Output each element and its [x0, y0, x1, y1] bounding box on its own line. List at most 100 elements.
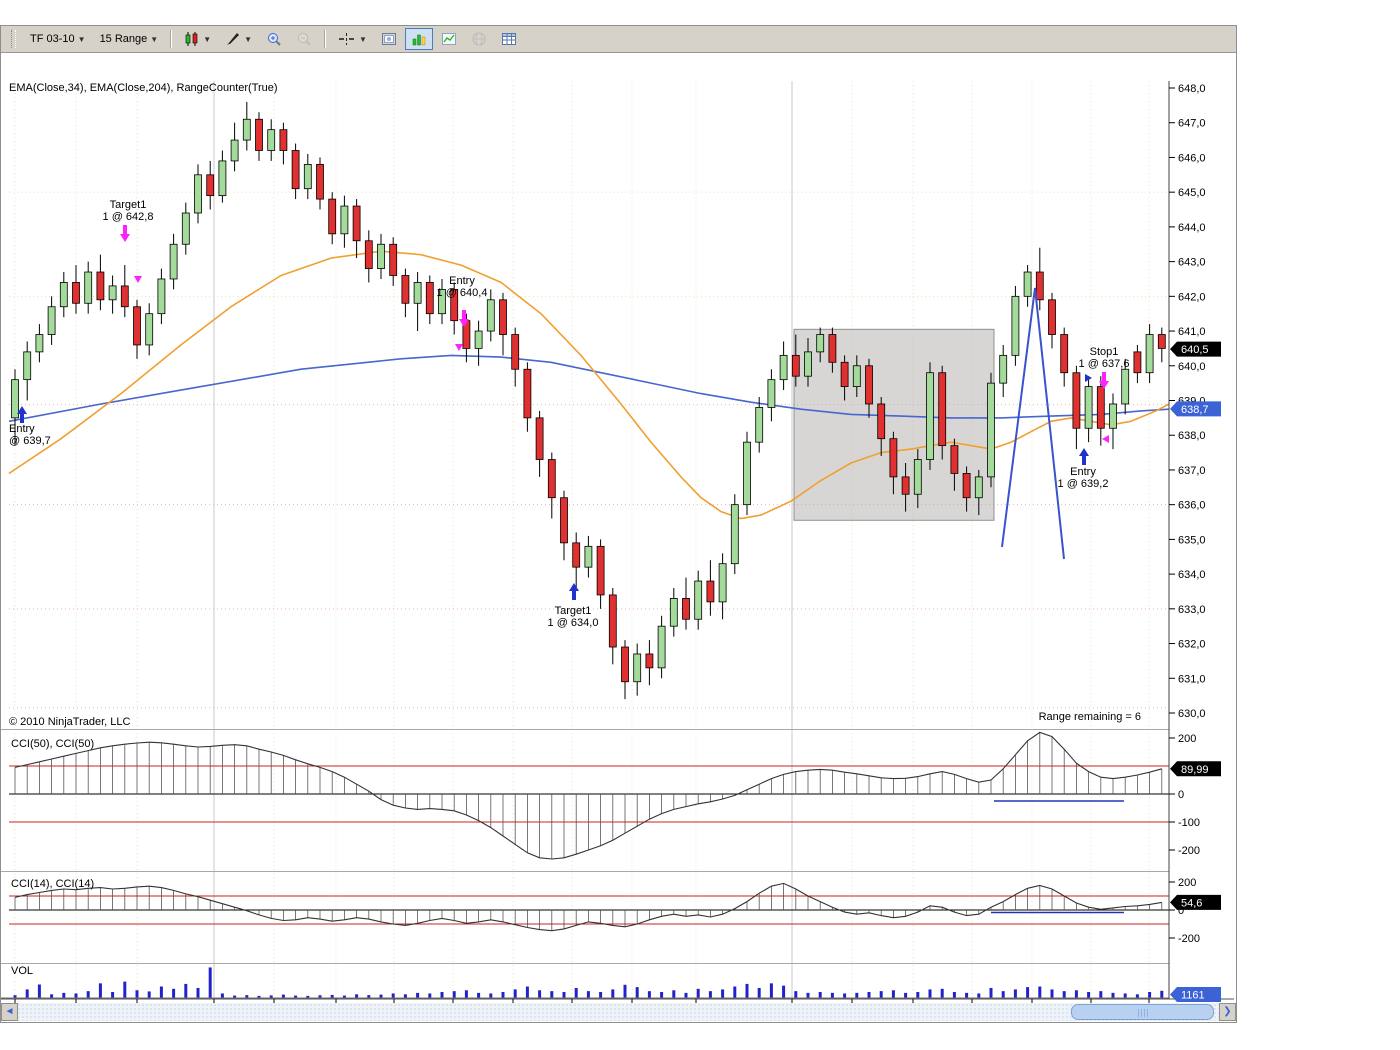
data-grid-button[interactable] [495, 28, 523, 50]
candle-up [11, 379, 19, 419]
toolbar-separator [324, 30, 327, 48]
price-axis-label: 643,0 [1178, 257, 1206, 269]
volume-bar [318, 995, 322, 998]
price-axis-label: 633,0 [1178, 604, 1206, 616]
volume-bar [37, 984, 41, 998]
crosshair-button[interactable]: ▼ [332, 28, 373, 50]
scroll-right-button[interactable]: ❯ [1219, 1003, 1236, 1021]
volume-bar [440, 992, 444, 998]
volume-bar [281, 994, 285, 998]
candle-down [877, 403, 886, 440]
trade-fill-arrow [1102, 435, 1109, 443]
cci14-axis-label: -200 [1178, 933, 1200, 945]
chart-line-button[interactable] [435, 28, 463, 50]
candle-down [560, 497, 568, 544]
price-axis-label: 645,0 [1178, 187, 1206, 199]
volume-bar [708, 991, 712, 998]
chevron-down-icon: ▼ [77, 34, 86, 44]
draw-pencil-icon [227, 33, 240, 45]
candle-up [816, 334, 825, 353]
candle-up [913, 459, 922, 495]
volume-bar [538, 990, 542, 998]
candle-down [523, 368, 532, 419]
candle-down [682, 598, 690, 620]
trade-fill-label: 1 @ 640,4 [437, 287, 488, 299]
volume-bar [403, 994, 407, 998]
globe-button[interactable] [465, 28, 493, 50]
candle-up [584, 545, 593, 568]
candle-up [377, 243, 385, 269]
horizontal-scrollbar[interactable]: ◄ ❯ [1, 1003, 1236, 1021]
candle-up [926, 372, 934, 460]
candle-down [865, 365, 873, 405]
draw-tools-button[interactable]: ▼ [219, 28, 258, 50]
scrollbar-thumb[interactable] [1071, 1004, 1214, 1020]
candle-down [706, 580, 715, 603]
price-axis-label: 634,0 [1178, 569, 1206, 581]
trade-arrow-up [1079, 448, 1089, 465]
instrument-selector[interactable]: TF 03-10 ▼ [24, 28, 92, 50]
toolbar-grip[interactable] [11, 30, 16, 48]
globe-icon [472, 32, 486, 46]
candle-up [779, 354, 788, 381]
ema-line [8, 250, 1170, 520]
volume-bar [1123, 993, 1127, 998]
candle-down [608, 594, 617, 648]
trade-arrow-down [120, 225, 130, 242]
volume-bar [306, 995, 310, 998]
price-axis-label: 635,0 [1178, 534, 1206, 546]
volume-bar [611, 989, 615, 998]
volume-bar [977, 993, 981, 998]
crosshair-icon [339, 33, 355, 45]
indicator-label: EMA(Close,34), EMA(Close,204), RangeCoun… [9, 82, 278, 94]
data-grid-icon [501, 33, 516, 45]
volume-bar [794, 991, 798, 998]
candle-down [1035, 271, 1044, 301]
interval-selector[interactable]: 15 Range ▼ [94, 28, 165, 50]
cci50-value-tag-text: 89,99 [1181, 764, 1209, 776]
snapshot-button[interactable] [375, 28, 403, 50]
volume-bar [86, 991, 90, 998]
candle-down [901, 476, 910, 495]
volume-bar [184, 983, 188, 998]
chart-bars-button[interactable] [404, 28, 433, 50]
candle-down [535, 417, 544, 460]
candle-down [316, 163, 324, 200]
candle-down [364, 240, 373, 269]
candle-up [59, 282, 68, 308]
chart-toolbar: TF 03-10 ▼ 15 Range ▼ ▼ ▼ ▼ [1, 26, 1236, 53]
volume-bar [952, 992, 956, 998]
chart-bars-icon [412, 34, 426, 46]
trade-arrow-up [569, 583, 579, 600]
volume-bar [196, 987, 200, 998]
volume-bar [1038, 986, 1042, 998]
cci50-axis-label: 200 [1178, 733, 1196, 745]
volume-bar [147, 991, 151, 998]
volume-bar [428, 993, 432, 998]
copyright-label: © 2010 NinjaTrader, LLC [9, 716, 130, 728]
zoom-in-button[interactable] [260, 28, 288, 50]
trade-fill-arrow [455, 344, 463, 351]
trade-label: Target1 [555, 605, 592, 617]
volume-bar [1062, 991, 1066, 998]
candle-up [181, 212, 190, 245]
candle-down [572, 542, 581, 568]
zoom-out-button[interactable] [290, 28, 318, 50]
candle-up [1011, 295, 1020, 356]
candle-down [1096, 386, 1105, 429]
trade-label: Entry [449, 275, 475, 287]
candle-down [1157, 334, 1166, 349]
volume-bar [782, 985, 786, 998]
candlestick-style-button[interactable]: ▼ [178, 28, 217, 50]
candle-down [791, 354, 800, 377]
candle-down [621, 646, 629, 683]
candle-up [303, 163, 312, 190]
volume-bar [1050, 989, 1054, 998]
candle-up [145, 313, 154, 346]
scroll-left-button[interactable]: ◄ [1, 1003, 18, 1021]
volume-bar [25, 989, 29, 998]
candle-up [657, 625, 666, 669]
candle-down [206, 174, 215, 197]
volume-bar [1001, 991, 1005, 998]
volume-bar [757, 987, 761, 998]
